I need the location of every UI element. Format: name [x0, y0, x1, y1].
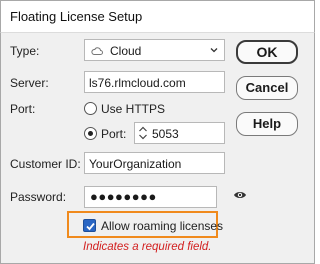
port-stepper[interactable]: 5053: [134, 122, 225, 144]
port-label: Port:: [10, 102, 36, 116]
port-option-label[interactable]: Port:: [101, 127, 126, 141]
type-label: Type:: [10, 44, 40, 58]
help-button[interactable]: Help: [236, 112, 298, 136]
customer-id-label: Customer ID:: [10, 157, 81, 171]
title-bar: Floating License Setup: [0, 0, 315, 32]
checkmark-icon: [86, 222, 95, 231]
use-https-label[interactable]: Use HTTPS: [101, 102, 165, 116]
customer-id-value: YourOrganization: [89, 157, 182, 171]
customer-id-input[interactable]: YourOrganization: [84, 152, 225, 174]
window-title: Floating License Setup: [10, 9, 143, 24]
port-radio[interactable]: [84, 127, 97, 140]
cancel-button[interactable]: Cancel: [236, 76, 298, 100]
port-value: 5053: [152, 127, 179, 141]
use-https-radio[interactable]: [84, 102, 97, 115]
type-value: Cloud: [110, 44, 142, 58]
eye-icon[interactable]: [233, 190, 247, 200]
chevron-down-icon: [210, 48, 218, 53]
server-input[interactable]: ls76.rlmcloud.com: [84, 71, 225, 93]
password-mask: ●●●●●●●●: [90, 189, 157, 204]
type-dropdown[interactable]: Cloud: [84, 39, 225, 61]
cloud-icon: [91, 47, 103, 55]
server-value: ls76.rlmcloud.com: [89, 76, 186, 90]
required-field-note: Indicates a required field.: [83, 241, 212, 253]
stepper-arrows-icon[interactable]: [138, 125, 148, 141]
ok-button[interactable]: OK: [236, 40, 298, 64]
password-label: Password:: [10, 190, 67, 204]
server-label: Server:: [10, 76, 49, 90]
allow-roaming-label[interactable]: Allow roaming licenses: [101, 219, 223, 233]
password-input[interactable]: ●●●●●●●●: [84, 186, 217, 208]
allow-roaming-checkbox[interactable]: [83, 219, 96, 232]
